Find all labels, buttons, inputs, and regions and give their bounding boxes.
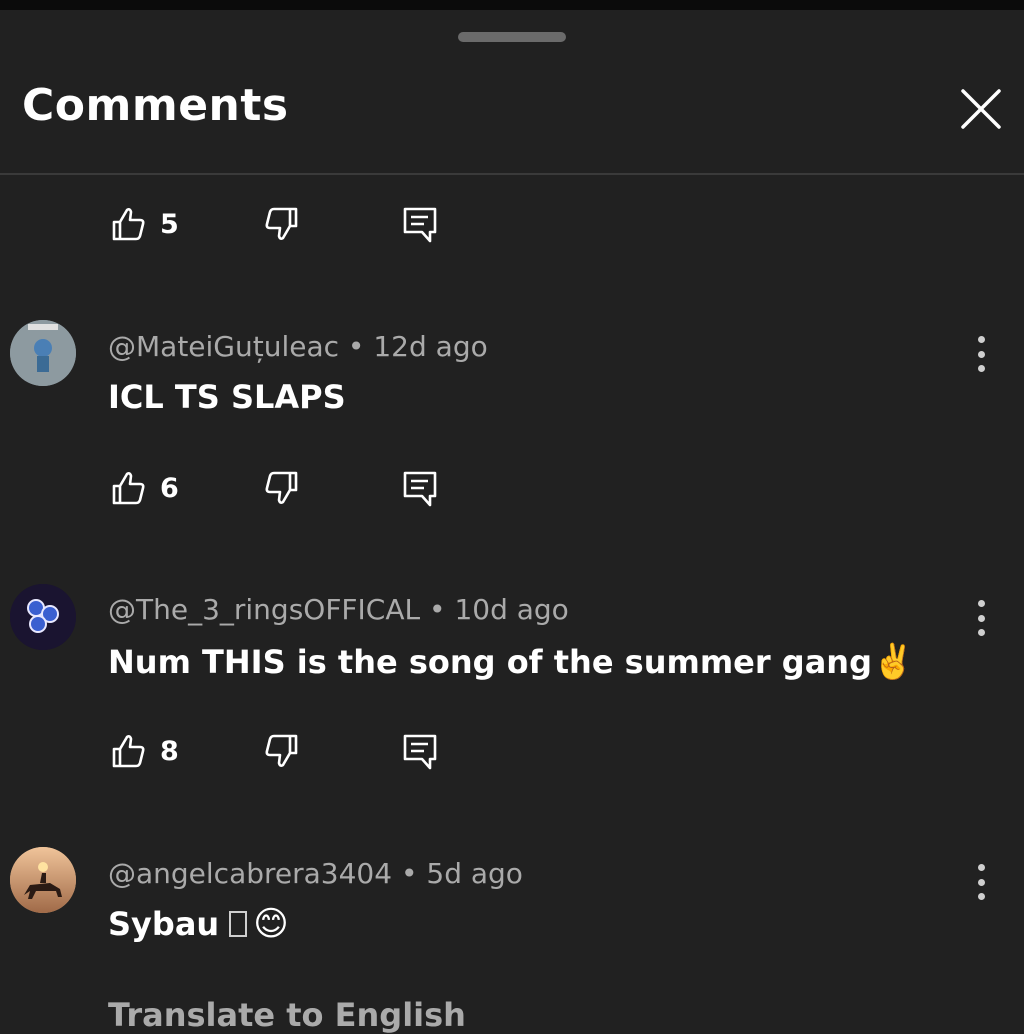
translate-link[interactable]: Translate to English [108,996,466,1034]
comment-text-body: Num THIS is the song of the summer gang [108,643,872,681]
meta-separator: • [420,593,455,626]
header-divider [0,173,1024,175]
avatar[interactable] [10,584,76,650]
reply-button[interactable] [400,468,440,508]
like-count: 5 [160,208,179,240]
dislike-button[interactable] [262,204,302,244]
comment-meta: @MateiGuțuleac • 12d ago [108,330,488,363]
more-vert-icon[interactable] [968,862,994,902]
victory-hand-emoji: ✌️ [871,642,915,682]
reply-button[interactable] [400,204,440,244]
reply-icon [403,207,437,243]
reply-icon [403,471,437,507]
comment-timestamp: 5d ago [426,857,523,890]
missing-glyph-box [229,911,248,937]
comment-meta: @angelcabrera3404 • 5d ago [108,857,523,890]
comment-meta: @The_3_ringsOFFICAL • 10d ago [108,593,569,626]
thumbs-down-icon [265,471,298,504]
comment-username[interactable]: @MateiGuțuleac [108,330,339,363]
thumbs-down-icon [265,207,298,240]
like-count: 8 [160,735,179,767]
reply-button[interactable] [400,731,440,771]
close-icon[interactable] [956,84,1006,134]
avatar[interactable] [10,320,76,386]
comment-username[interactable]: @The_3_ringsOFFICAL [108,593,420,626]
more-vert-icon[interactable] [968,598,994,638]
like-button[interactable]: 8 [108,731,179,771]
status-bar-strip [0,0,1024,10]
comment-username[interactable]: @angelcabrera3404 [108,857,392,890]
like-count: 6 [160,472,179,504]
dislike-button[interactable] [262,731,302,771]
thumbs-down-icon [265,734,298,767]
more-vert-icon[interactable] [968,334,994,374]
comment-text: Sybau 😊 [108,904,289,944]
dislike-button[interactable] [262,468,302,508]
comment-text: Num THIS is the song of the summer gang✌… [108,642,914,682]
comment-timestamp: 12d ago [373,330,488,363]
comment-text: ICL TS SLAPS [108,378,346,416]
thumbs-up-icon [112,208,145,241]
meta-separator: • [392,857,427,890]
thumbs-up-icon [112,735,145,768]
thumbs-up-icon [112,472,145,505]
drag-handle[interactable] [458,32,566,42]
smiling-face-emoji: 😊 [253,904,289,944]
reply-icon [403,734,437,770]
comment-timestamp: 10d ago [454,593,569,626]
panel-title: Comments [22,80,289,131]
like-button[interactable]: 6 [108,468,179,508]
meta-separator: • [339,330,374,363]
like-button[interactable]: 5 [108,204,179,244]
comment-text-body: Sybau [108,905,220,943]
avatar[interactable] [10,847,76,913]
